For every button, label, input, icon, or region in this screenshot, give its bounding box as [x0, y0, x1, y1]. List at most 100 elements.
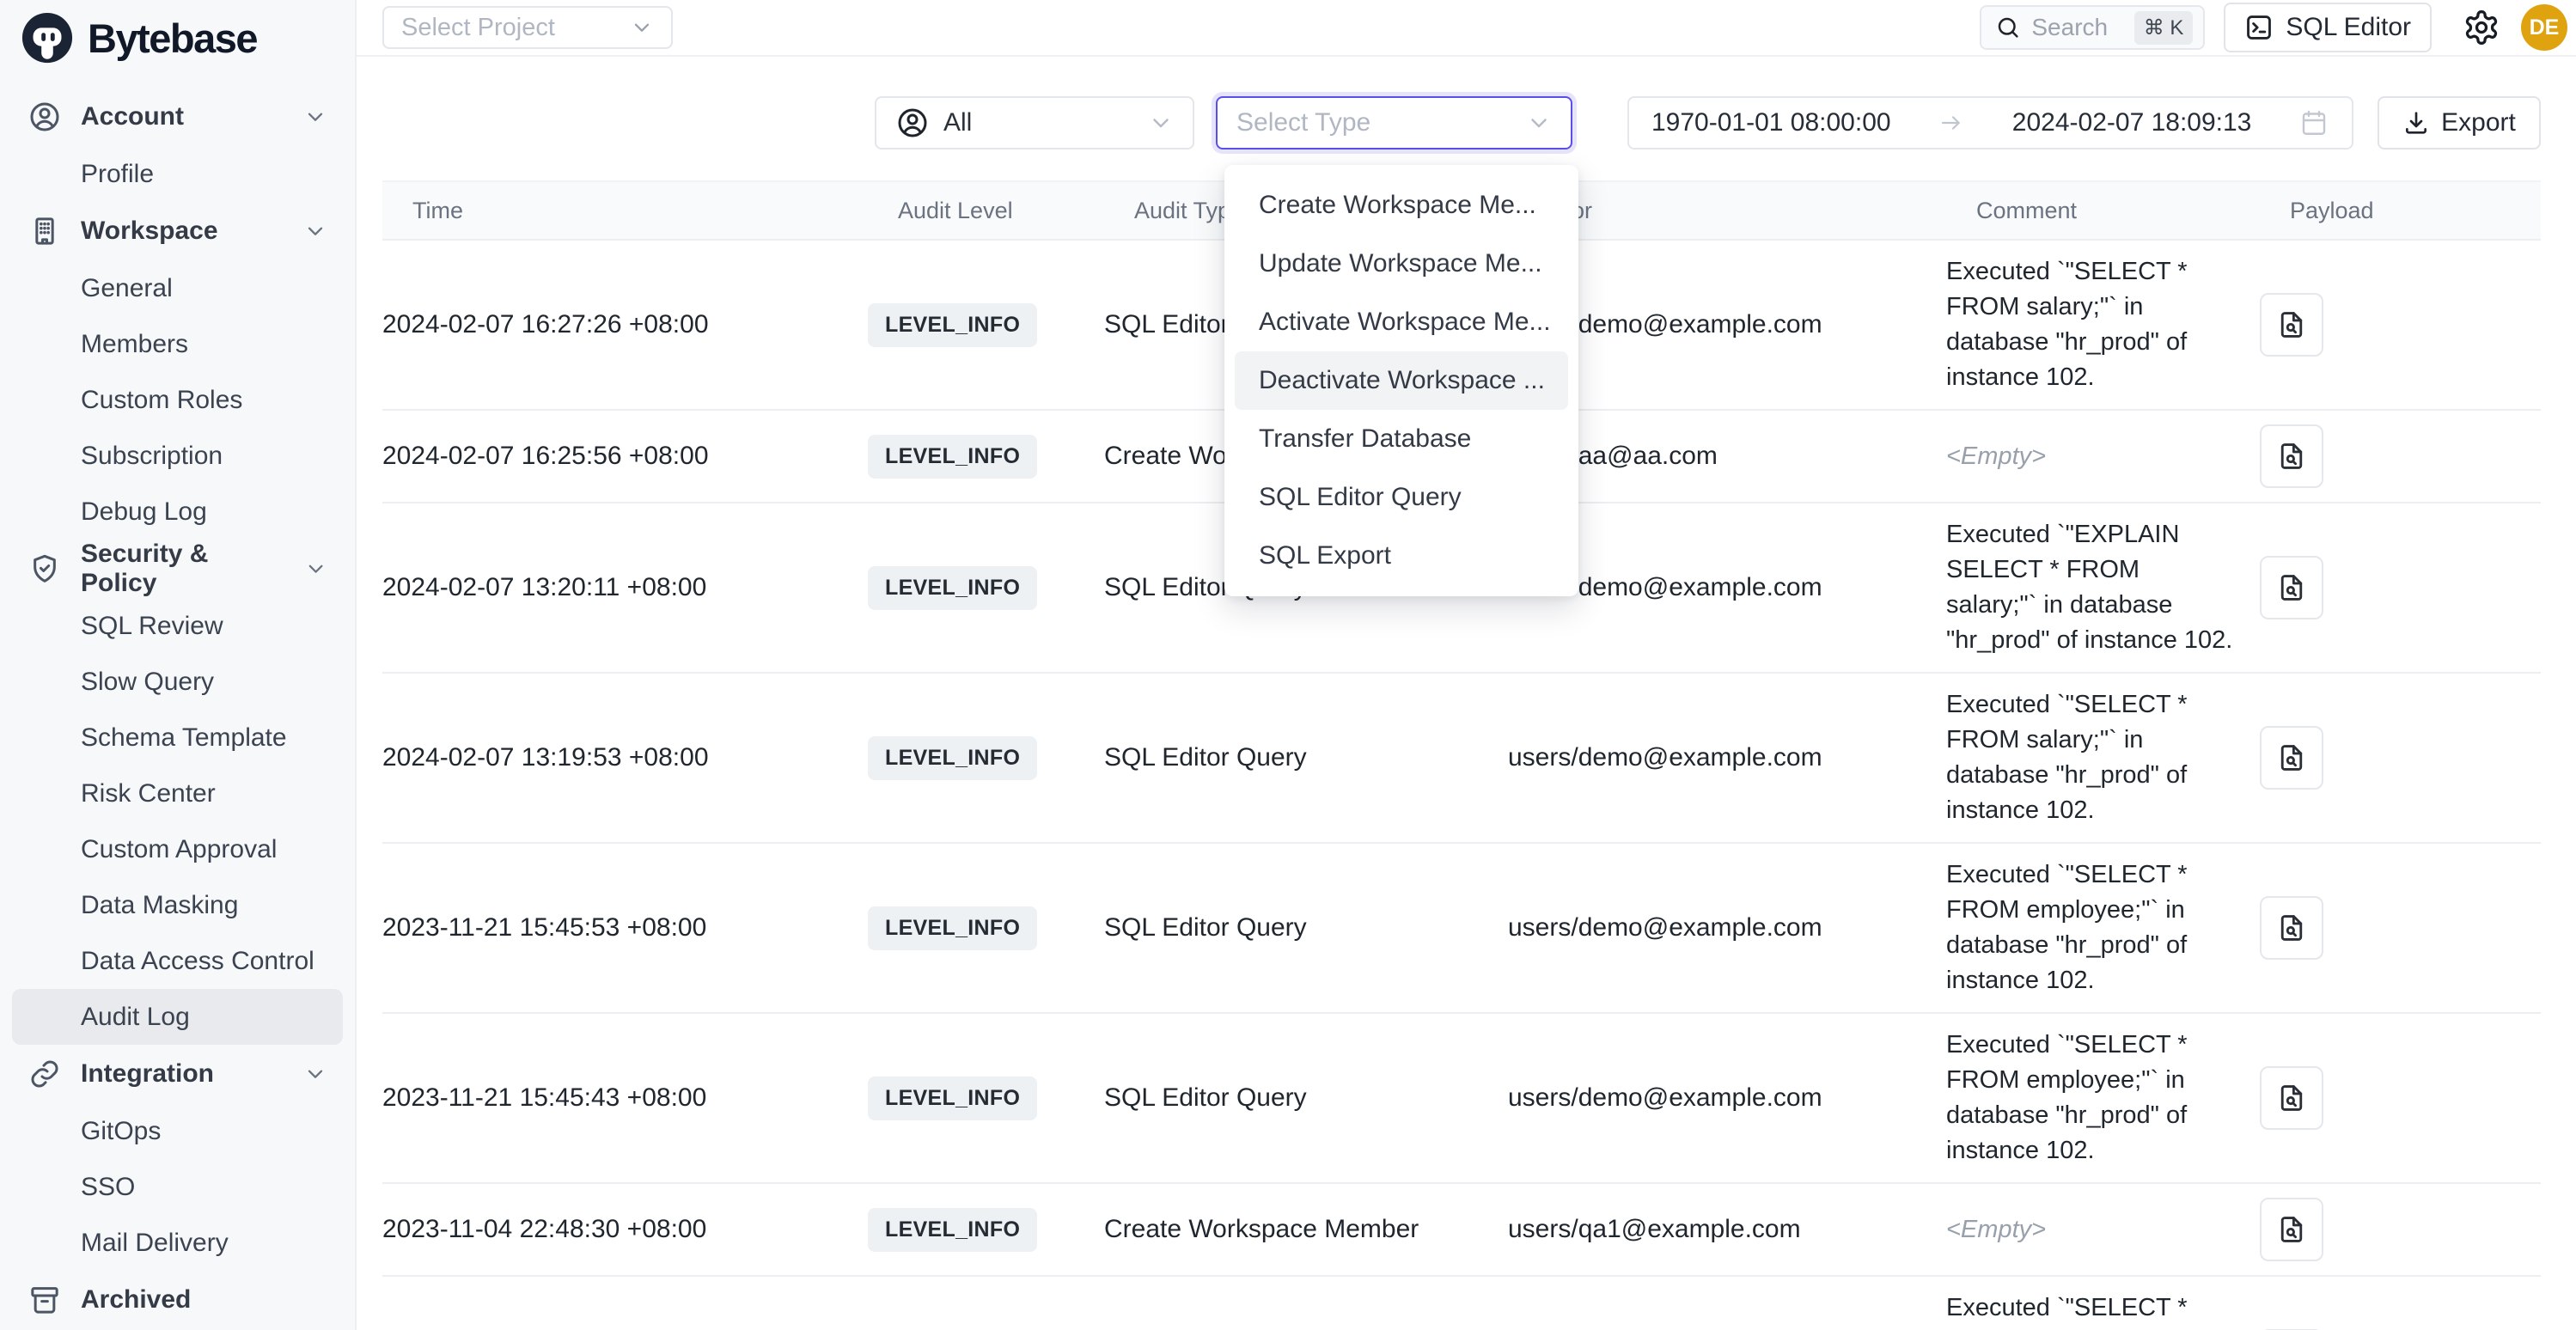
file-search-icon — [2275, 440, 2308, 473]
menu-item-transfer-database[interactable]: Transfer Database — [1224, 410, 1578, 468]
cell-actor: users/qa1@example.com — [1508, 1215, 1946, 1244]
sidebar-item-sql-review[interactable]: SQL Review — [12, 598, 343, 654]
payload-button[interactable] — [2260, 726, 2323, 790]
menu-item-deactivate-workspace[interactable]: Deactivate Workspace ... — [1235, 351, 1568, 410]
cell-audit-level: LEVEL_INFO — [868, 435, 1104, 479]
file-search-icon — [2275, 1213, 2308, 1246]
sidebar-item-risk-center[interactable]: Risk Center — [12, 766, 343, 821]
column-header-time: Time — [412, 198, 898, 224]
menu-item-update-workspace-me[interactable]: Update Workspace Me... — [1224, 235, 1578, 293]
sidebar-section-workspace[interactable]: Workspace — [12, 202, 343, 260]
sidebar-section-security-policy[interactable]: Security & Policy — [12, 540, 343, 598]
payload-button[interactable] — [2260, 896, 2323, 960]
cell-time: 2024-02-07 13:20:11 +08:00 — [382, 573, 868, 602]
sidebar-item-mail-delivery[interactable]: Mail Delivery — [12, 1215, 343, 1271]
project-select-value: Select Project — [401, 14, 555, 42]
sidebar-item-members[interactable]: Members — [12, 316, 343, 372]
menu-item-sql-editor-query[interactable]: SQL Editor Query — [1224, 468, 1578, 527]
column-header-comment: Comment — [1976, 198, 2290, 224]
menu-item-create-workspace-me[interactable]: Create Workspace Me... — [1224, 176, 1578, 235]
project-select[interactable]: Select Project — [382, 6, 673, 49]
empty-comment: <Empty> — [1946, 1216, 2046, 1243]
cell-comment: Executed `"SELECT * FROM employee;"` in … — [1946, 857, 2260, 998]
menu-item-sql-export[interactable]: SQL Export — [1224, 527, 1578, 585]
sidebar-item-general[interactable]: General — [12, 260, 343, 316]
date-from[interactable]: 1970-01-01 08:00:00 — [1651, 108, 1891, 137]
cell-time: 2024-02-07 13:19:53 +08:00 — [382, 743, 868, 772]
column-header-payload: Payload — [2290, 198, 2543, 224]
user-circle-icon — [27, 100, 62, 134]
cell-time: 2023-11-21 15:45:53 +08:00 — [382, 913, 868, 943]
sidebar-item-audit-log[interactable]: Audit Log — [12, 989, 343, 1045]
menu-item-activate-workspace-me[interactable]: Activate Workspace Me... — [1224, 293, 1578, 351]
sidebar-item-slow-query[interactable]: Slow Query — [12, 654, 343, 710]
sidebar-item-label: Members — [81, 330, 188, 359]
empty-comment: <Empty> — [1946, 442, 2046, 470]
sidebar-item-subscription[interactable]: Subscription — [12, 428, 343, 484]
payload-button[interactable] — [2260, 1198, 2323, 1261]
level-badge: LEVEL_INFO — [868, 1077, 1037, 1120]
cell-actor: users/demo@example.com — [1508, 913, 1946, 943]
date-range-picker[interactable]: 1970-01-01 08:00:00 2024-02-07 18:09:13 — [1627, 96, 2353, 149]
sidebar-item-schema-template[interactable]: Schema Template — [12, 710, 343, 766]
date-to[interactable]: 2024-02-07 18:09:13 — [2012, 108, 2252, 137]
chevron-down-icon — [303, 105, 327, 129]
sidebar-item-custom-approval[interactable]: Custom Approval — [12, 821, 343, 877]
level-badge: LEVEL_INFO — [868, 303, 1037, 347]
cell-comment: <Empty> — [1946, 439, 2260, 474]
sidebar-item-data-masking[interactable]: Data Masking — [12, 877, 343, 933]
sidebar-item-label: Subscription — [81, 442, 223, 471]
sidebar-section-label: Integration — [81, 1059, 214, 1089]
payload-button[interactable] — [2260, 424, 2323, 488]
sidebar-section-archived[interactable]: Archived — [12, 1271, 343, 1329]
sidebar-item-label: Schema Template — [81, 723, 287, 753]
cell-comment: Executed `"SELECT * FROM employee;"` in … — [1946, 1028, 2260, 1168]
user-circle-icon — [895, 106, 930, 140]
type-dropdown-menu: Create Workspace Me...Update Workspace M… — [1224, 165, 1578, 596]
brand-name: Bytebase — [88, 15, 257, 62]
cell-comment: Executed `"SELECT * FROM department;"` i… — [1946, 1290, 2260, 1330]
column-header-audit-level: Audit Level — [898, 198, 1134, 224]
topbar-right: Search ⌘ K SQL Editor DE — [1980, 3, 2567, 52]
sidebar-item-label: Data Access Control — [81, 947, 314, 976]
file-search-icon — [2275, 1082, 2308, 1114]
sidebar-item-debug-log[interactable]: Debug Log — [12, 484, 343, 540]
sidebar-item-gitops[interactable]: GitOps — [12, 1103, 343, 1159]
payload-button[interactable] — [2260, 293, 2323, 357]
archive-icon — [27, 1283, 62, 1317]
cell-payload — [2260, 726, 2513, 790]
sidebar-section-account[interactable]: Account — [12, 88, 343, 146]
file-search-icon — [2275, 741, 2308, 774]
sidebar-item-custom-roles[interactable]: Custom Roles — [12, 372, 343, 428]
comment-text: Executed `"SELECT * FROM salary;"` in da… — [1946, 691, 2188, 824]
payload-button[interactable] — [2260, 1066, 2323, 1130]
content: All Select Type 1970-01-01 08:00:00 2024… — [357, 57, 2576, 1330]
cell-payload — [2260, 424, 2513, 488]
comment-text: Executed `"SELECT * FROM employee;"` in … — [1946, 1031, 2188, 1164]
table-row: 2023-11-04 22:48:30 +08:00LEVEL_INFOCrea… — [382, 1184, 2541, 1277]
cell-time: 2024-02-07 16:27:26 +08:00 — [382, 310, 868, 339]
table-row: 2024-02-07 13:19:53 +08:00LEVEL_INFOSQL … — [382, 674, 2541, 844]
logo[interactable]: Bytebase — [0, 0, 355, 76]
table-row: 2023-11-04 21:26:24 +08:00LEVEL_INFOSQL … — [382, 1277, 2541, 1330]
search-input[interactable]: Search ⌘ K — [1980, 5, 2205, 50]
type-filter-select[interactable]: Select Type — [1216, 96, 1572, 149]
bytebase-logo-icon — [21, 11, 74, 64]
sql-editor-button[interactable]: SQL Editor — [2224, 3, 2432, 52]
level-badge: LEVEL_INFO — [868, 435, 1037, 479]
sidebar-item-data-access-control[interactable]: Data Access Control — [12, 933, 343, 989]
main-area: Select Project Search ⌘ K SQL Editor DE — [357, 0, 2576, 1330]
cell-audit-type: Create Workspace Member — [1104, 1215, 1508, 1244]
sidebar-item-sso[interactable]: SSO — [12, 1159, 343, 1215]
cell-audit-type: SQL Editor Query — [1104, 743, 1508, 772]
payload-button[interactable] — [2260, 556, 2323, 619]
settings-gear-icon[interactable] — [2463, 9, 2500, 46]
sidebar-section-integration[interactable]: Integration — [12, 1045, 343, 1103]
building-icon — [27, 214, 62, 248]
export-button[interactable]: Export — [2378, 96, 2541, 149]
sidebar-item-profile[interactable]: Profile — [12, 146, 343, 202]
chevron-down-icon — [303, 219, 327, 243]
actor-filter-select[interactable]: All — [875, 96, 1194, 149]
avatar[interactable]: DE — [2521, 4, 2567, 51]
file-search-icon — [2275, 308, 2308, 341]
